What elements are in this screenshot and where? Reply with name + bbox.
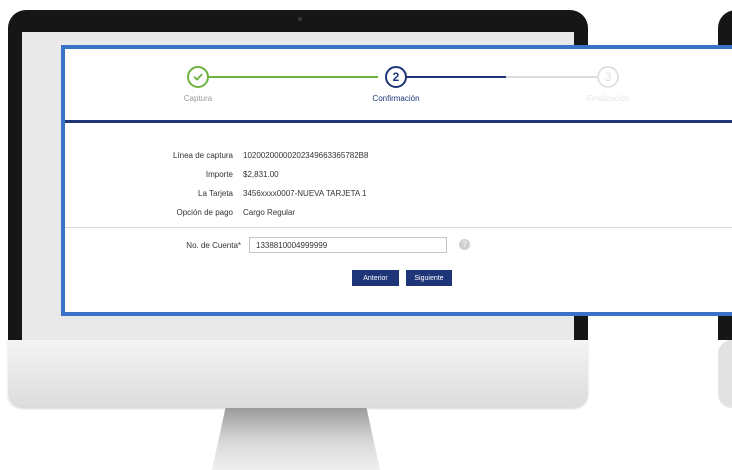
account-number-input[interactable]: [249, 237, 447, 253]
stepper-divider: [65, 120, 732, 123]
step-1-circle: [187, 66, 209, 88]
step-3-label: Finalización: [586, 94, 630, 103]
next-button[interactable]: Siguiente: [406, 270, 452, 286]
detail-value: Cargo Regular: [243, 208, 296, 217]
account-number-label: No. de Cuenta*: [186, 241, 241, 250]
payment-form-panel: 2 3 Captura Confirmación Finalización Lí…: [61, 45, 732, 316]
step-connector-done: [198, 76, 378, 78]
detail-value: 3456xxxx0007-NUEVA TARJETA 1: [243, 189, 367, 198]
question-icon[interactable]: ?: [459, 239, 470, 250]
previous-button[interactable]: Anterior: [352, 270, 399, 286]
step-3-number: 3: [604, 70, 612, 84]
step-connector-active: [406, 76, 506, 78]
detail-value: $2,831.00: [243, 170, 279, 179]
second-monitor-chin: [718, 340, 732, 408]
step-2-number: 2: [392, 70, 400, 84]
camera-dot: [298, 17, 302, 21]
detail-label: Importe: [205, 170, 233, 179]
section-divider: [65, 227, 732, 228]
step-3-circle: 3: [597, 66, 619, 88]
step-2-label: Confirmación: [372, 94, 420, 103]
detail-label: Opción de pago: [176, 208, 234, 217]
step-2-circle: 2: [385, 66, 407, 88]
monitor-chin: [8, 340, 588, 408]
check-icon: [193, 73, 203, 81]
step-connector-pending: [506, 76, 598, 78]
detail-label: La Tarjeta: [198, 189, 233, 198]
detail-label: Línea de captura: [172, 151, 233, 160]
progress-stepper: 2 3 Captura Confirmación Finalización: [65, 49, 732, 121]
monitor-stand: [212, 408, 380, 470]
detail-value: 10200200000202349663365782B8: [243, 151, 369, 160]
step-1-label: Captura: [183, 94, 213, 103]
